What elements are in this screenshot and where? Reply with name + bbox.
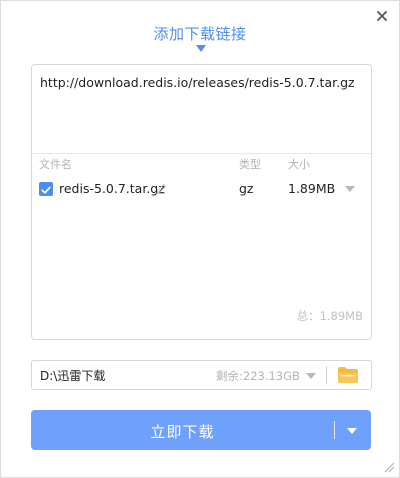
column-header-name: 文件名	[39, 158, 72, 171]
total-size: 总：1.89MB	[296, 309, 363, 323]
panel-divider	[32, 153, 371, 154]
resize-grip-icon[interactable]	[384, 462, 395, 473]
file-checkbox[interactable]	[39, 182, 53, 196]
save-path-field[interactable]: D:\迅雷下载 剩余:223.13GB	[31, 360, 372, 390]
free-space-label: 剩余:223.13GB	[216, 369, 300, 383]
check-icon	[41, 186, 51, 194]
path-history-dropdown-icon[interactable]	[306, 373, 316, 379]
close-icon[interactable]	[375, 9, 389, 23]
file-options-dropdown-icon[interactable]	[345, 186, 355, 192]
file-row[interactable]: redis-5.0.7.tar.gz gz 1.89MB	[32, 177, 371, 201]
download-now-button[interactable]: 立即下载	[31, 410, 371, 450]
folder-icon[interactable]	[337, 366, 359, 384]
download-options-dropdown-icon[interactable]	[347, 428, 357, 434]
add-download-dialog: 添加下载链接 http://download.redis.io/releases…	[0, 0, 400, 478]
column-header-type: 类型	[239, 158, 261, 171]
url-input[interactable]: http://download.redis.io/releases/redis-…	[40, 75, 363, 90]
column-header-size: 大小	[288, 158, 310, 171]
file-size: 1.89MB	[288, 181, 336, 196]
file-type: gz	[239, 181, 254, 196]
download-now-label: 立即下载	[150, 423, 215, 441]
file-name: redis-5.0.7.tar.gz	[59, 181, 165, 196]
rename-pencil-icon[interactable]	[155, 183, 167, 195]
title-caret-icon	[196, 45, 206, 52]
link-panel: http://download.redis.io/releases/redis-…	[31, 64, 372, 340]
save-path-text[interactable]: D:\迅雷下载	[40, 367, 105, 384]
dialog-title: 添加下载链接	[153, 25, 247, 43]
download-button-separator	[334, 421, 335, 439]
path-separator	[326, 366, 327, 384]
